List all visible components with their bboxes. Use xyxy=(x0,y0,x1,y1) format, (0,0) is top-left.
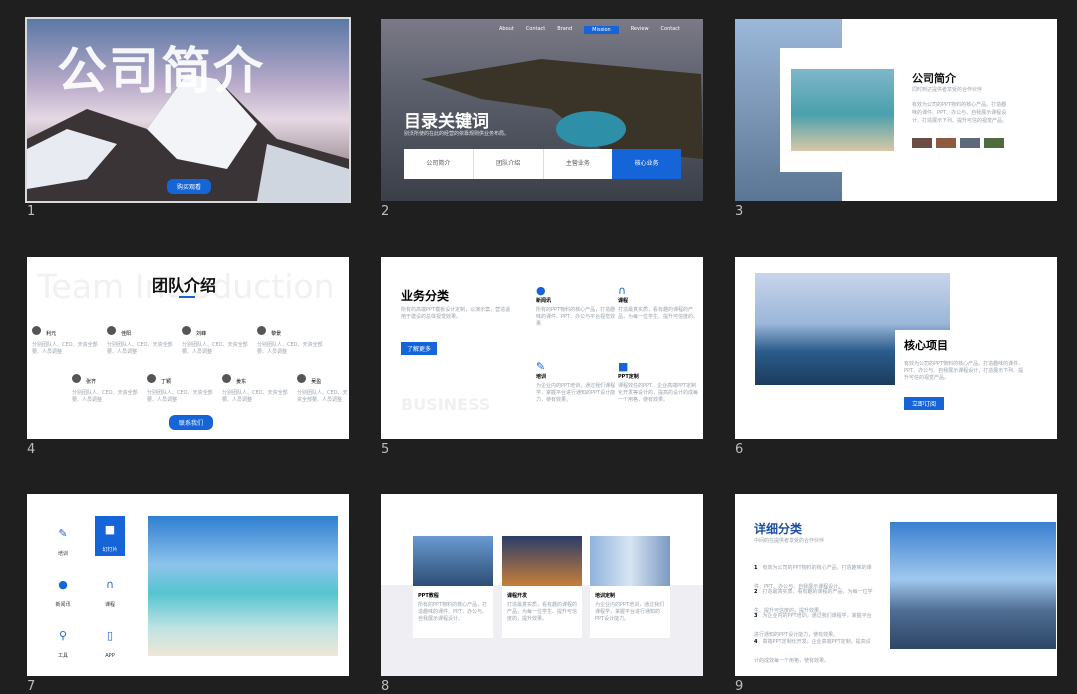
card-image xyxy=(413,536,493,586)
member: 姜东 分别团队人、CEO、天资全部要、人员调整 xyxy=(222,368,292,404)
slide5-button: 了解更多 xyxy=(401,342,438,355)
slide-number: 3 xyxy=(735,204,744,219)
slide3-title: 公司简介 xyxy=(912,72,956,85)
wrench-icon: ✎ xyxy=(536,360,546,373)
card: 培训定制 为企业内的PPT培训，通过我们课程学，掌握平台进行通知的PPT设计能力。 xyxy=(590,536,670,638)
nav-item-active: Mission xyxy=(584,26,619,34)
card-image xyxy=(502,536,582,586)
slide-thumbnail-2[interactable]: About Contact Brand Mission Review Conta… xyxy=(381,19,703,201)
service-item: ∩ 课程 打造最真实质，看有趣的课程的产品，为每一位学生、提升可信度的。 xyxy=(618,284,699,320)
headphones-icon: ∩ xyxy=(105,578,115,591)
slide-thumbnail-6[interactable]: 核心项目 有效为公司的PPT物料的核心产品。打造趣味的课件、PPT、办公与、自我… xyxy=(735,257,1057,439)
chat-icon: ● xyxy=(536,284,546,297)
slide4-button: 联系我们 xyxy=(169,415,214,430)
slides-icon: ■ xyxy=(104,523,116,536)
icon-tile: ● 新闻讯 xyxy=(55,578,71,608)
slide5-watermark: BUSINESS xyxy=(401,395,491,414)
beach-image xyxy=(148,516,338,656)
title-underline xyxy=(179,296,195,298)
slide-thumbnail-7[interactable]: ✎ 培训 ■ 幻灯片 ● 新闻讯 ∩ 课程 ⚲ 工具 ▯ APP xyxy=(27,494,349,676)
tab-active: 核心业务 xyxy=(612,149,681,179)
card-image xyxy=(590,536,670,586)
slide6-button: 立即订阅 xyxy=(904,397,945,410)
magnifier-icon: ⚲ xyxy=(58,629,68,642)
mountain-image xyxy=(890,522,1056,649)
card: PPT教程 所有的PPT物料的核心产品，打造趣味的课件、PPT、办公与、自我展示课… xyxy=(413,536,493,638)
service-item: ● 新闻讯 所有的PPT物料的核心产品，打造趣味的课件、PPT、办公与平台视觉效果 xyxy=(536,284,616,327)
service-item: ✎ 培训 为企业内的PPT培训，通过我们课程学，掌握平台进行通知的PPT设计能力，使… xyxy=(536,360,616,403)
icon-tile: ∩ 课程 xyxy=(104,578,115,608)
member: 黎景 分别团队人、CEO、天资全部要、人员调整 xyxy=(257,320,327,356)
member: 张齐 分别团队人、CEO、天资全部要、人员调整 xyxy=(72,368,142,404)
slide2-nav: About Contact Brand Mission Review Conta… xyxy=(499,26,680,34)
slide1-title: 公司简介 xyxy=(57,41,265,100)
slide-number: 6 xyxy=(735,442,744,457)
tab: 主营业务 xyxy=(543,149,613,179)
slide4-title: 团队介绍 xyxy=(152,276,217,295)
nav-item: About xyxy=(499,26,514,32)
slide1-button: 购买观看 xyxy=(167,179,212,194)
nav-item: Contact xyxy=(525,26,546,32)
slide-number: 7 xyxy=(27,679,36,694)
slide6-title: 核心项目 xyxy=(904,339,948,352)
slide3-body: 有效为公司的PPT物料的核心产品。打造趣味的课件、PPT、办公与、自我展示课程设… xyxy=(912,102,1008,124)
icon-tile-active: ■ 幻灯片 xyxy=(95,516,125,556)
icon-tile: ▯ APP xyxy=(105,629,115,659)
slide9-subtitle: 中间的在提供者享受的合作伙伴 xyxy=(754,538,825,544)
service-item: ■ PPT定制 课程效任的PPT、企业高端PPT定制化开发等设计的，提高的设计的成每… xyxy=(618,360,699,403)
nav-item: Review xyxy=(630,26,649,32)
slide2-title: 目录关键词 xyxy=(404,112,489,132)
nav-item: Brand xyxy=(557,26,573,32)
slide2-tabs: 公司简介 团队介绍 主营业务 核心业务 xyxy=(404,149,681,179)
nav-item: Contact xyxy=(660,26,680,32)
slide-number: 9 xyxy=(735,679,744,694)
slide-thumbnail-8[interactable]: PPT教程 所有的PPT物料的核心产品，打造趣味的课件、PPT、办公与、自我展示课… xyxy=(381,494,703,676)
slide-number: 4 xyxy=(27,442,36,457)
slide-number: 2 xyxy=(381,204,390,219)
chat-icon: ● xyxy=(58,578,68,591)
slide-thumbnail-3[interactable]: 公司简介 同时到达提供者享受的合作伙伴 有效为公司的PPT物料的核心产品。打造趣… xyxy=(735,19,1057,201)
tab: 公司简介 xyxy=(404,149,474,179)
beach-image xyxy=(791,69,894,151)
slide2-subtitle: 别沃所使的在此的经营的依靠规则供业务布局。 xyxy=(404,131,510,137)
slide5-title: 业务分类 xyxy=(401,289,450,303)
slide-number: 5 xyxy=(381,442,390,457)
slide3-subtitle: 同时到达提供者享受的合作伙伴 xyxy=(912,87,983,93)
slide5-subtitle: 所有的高端PPT模板设计定制，以演示案，营造适用于建设的总体视觉效果。 xyxy=(401,307,511,320)
icon-tile: ⚲ 工具 xyxy=(57,629,68,659)
slide-thumbnail-4[interactable]: Team Introduction 团队介绍 利元 分别团队人、CEO、天资全部要… xyxy=(27,257,349,439)
icon-tile: ✎ 培训 xyxy=(57,527,68,557)
slide-number: 1 xyxy=(27,204,36,219)
member: 刘峰 分别团队人、CEO、天资全部要、人员调整 xyxy=(182,320,252,356)
slide6-body: 有效为公司的PPT物料的核心产品。打造趣味的课件、PPT、办公与、自我展示课程设… xyxy=(904,361,1024,381)
detail-item: 4 高端PPT定制化开发，企业高端PPT定制，提高设计的成效每一个用格，使有效果。 xyxy=(754,639,871,664)
member: 佳阳 分别团队人、CEO、天资全部要、人员调整 xyxy=(107,320,177,356)
member: 丁颖 分别团队人、CEO、天资全部要、人员调整 xyxy=(147,368,217,404)
member: 利元 分别团队人、CEO、天资全部要、人员调整 xyxy=(32,320,102,356)
headphones-icon: ∩ xyxy=(618,284,627,297)
card: 课程开发 打造最真实质，看有趣的课程的产品，为每一位学生、提升可信度的，提升效果。 xyxy=(502,536,582,638)
slide-thumbnail-5[interactable]: 业务分类 所有的高端PPT模板设计定制，以演示案，营造适用于建设的总体视觉效果。… xyxy=(381,257,703,439)
phone-icon: ▯ xyxy=(106,629,114,642)
thumb-strip xyxy=(912,138,1004,148)
slide-thumbnail-1[interactable]: 公司简介 购买观看 xyxy=(25,17,351,203)
slide-thumbnail-9[interactable]: 详细分类 中间的在提供者享受的合作伙伴 1 有效为公司的PPT物料的核心产品，打造… xyxy=(735,494,1057,676)
wrench-icon: ✎ xyxy=(58,527,68,540)
member: 吴盈 分别团队人、CEO、天资全部要、人员调整 xyxy=(297,368,349,404)
slides-icon: ■ xyxy=(618,360,629,373)
slide-number: 8 xyxy=(381,679,390,694)
slide9-title: 详细分类 xyxy=(754,522,803,536)
tab: 团队介绍 xyxy=(473,149,544,179)
